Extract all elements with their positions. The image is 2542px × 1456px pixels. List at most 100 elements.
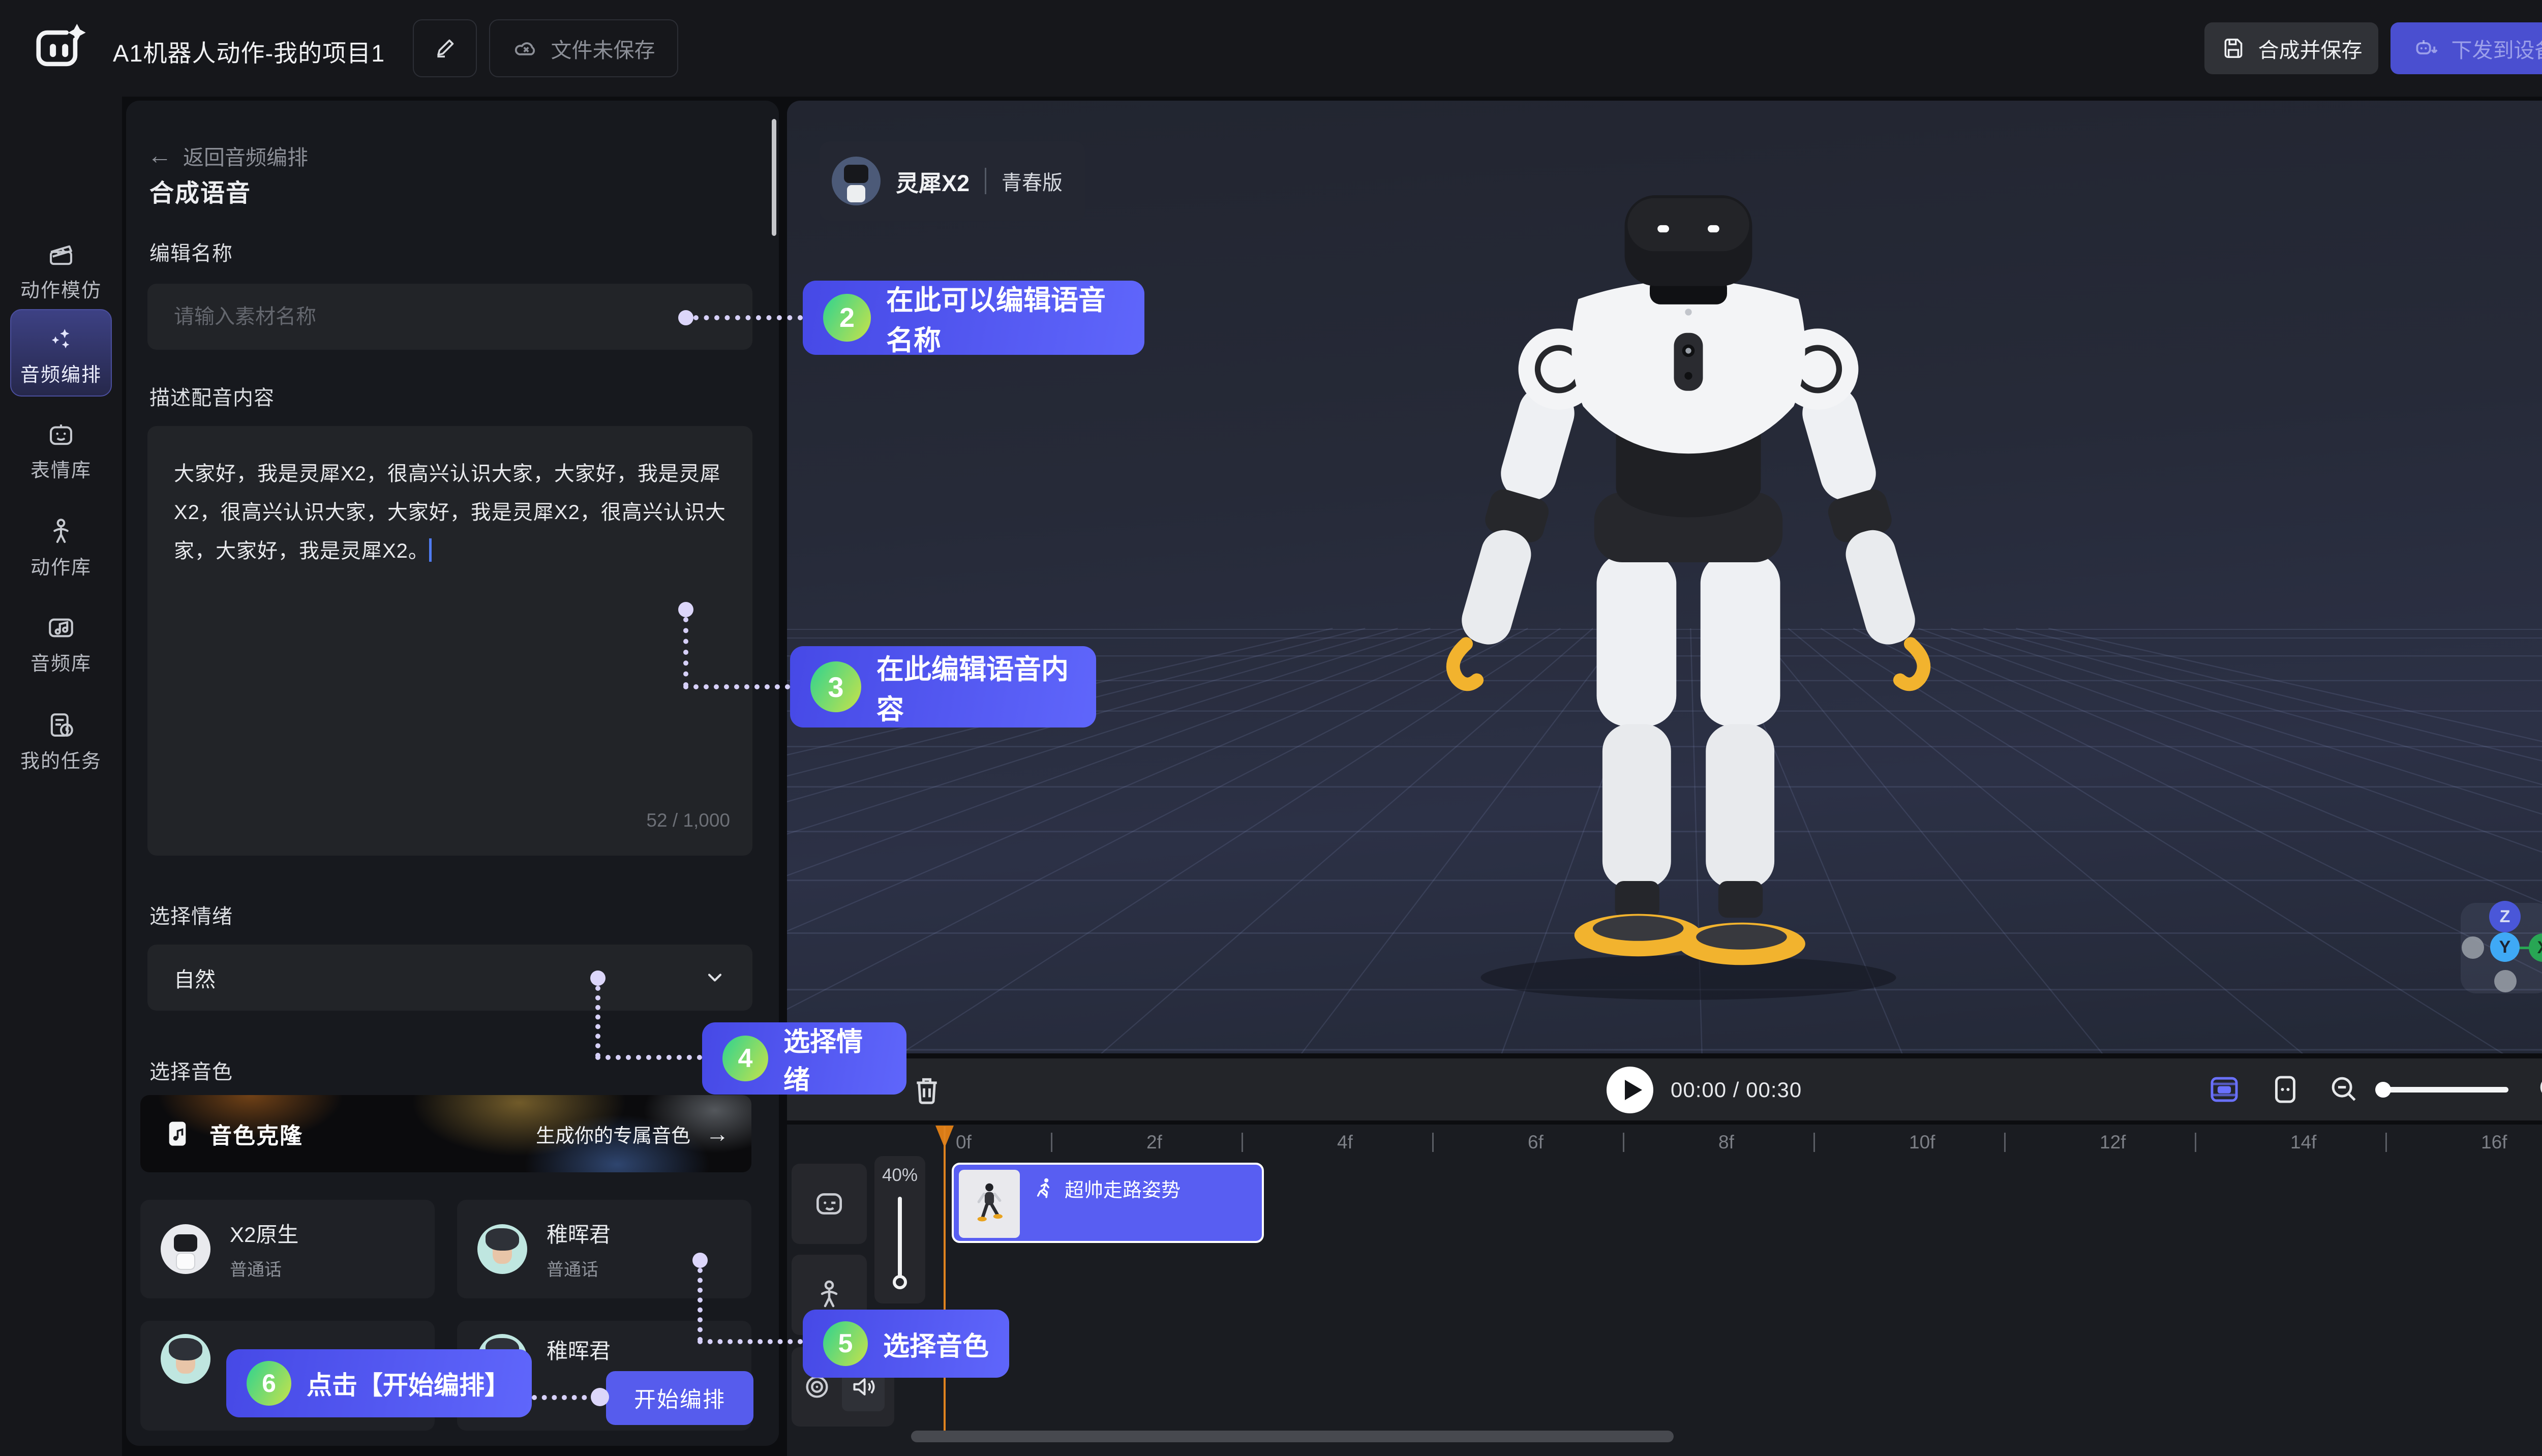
timeline-scrollbar[interactable] <box>911 1431 1674 1442</box>
sidebar-item-expression-library[interactable]: 表情库 <box>0 420 122 482</box>
clip-label: 超帅走路姿势 <box>1065 1174 1181 1202</box>
person-icon <box>46 517 76 547</box>
expression-track-icon <box>812 1187 846 1221</box>
callout-text: 点击【开始编排】 <box>307 1365 510 1402</box>
axis-gizmo[interactable]: Z Y X <box>2461 903 2542 993</box>
ruler-tick <box>2004 1133 2006 1152</box>
sidebar-item-audio-arrange[interactable]: 音频编排 <box>0 324 122 387</box>
volume-slider[interactable] <box>898 1197 902 1283</box>
voice-content-textarea[interactable]: 大家好，我是灵犀X2，很高兴认识大家，大家好，我是灵犀X2，很高兴认识大家，大家… <box>147 426 752 856</box>
step-number-badge: 6 <box>247 1361 291 1406</box>
emotion-label: 选择情绪 <box>149 900 233 929</box>
ruler-tick <box>1623 1133 1624 1152</box>
timeline-area[interactable]: 0f 2f 4f 6f 8f 10f 12f 14f 16f <box>787 1125 2542 1456</box>
arrow-right-icon: → <box>706 1120 729 1147</box>
deploy-button-label: 下发到设备 <box>2452 33 2542 64</box>
voice-card-x2[interactable]: X2原生 普通话 <box>140 1200 435 1298</box>
clapperboard-icon <box>46 240 76 269</box>
voice-name: X2原生 <box>230 1218 298 1249</box>
gizmo-y-handle[interactable]: Y <box>2490 932 2520 962</box>
chevron-down-icon <box>704 966 726 989</box>
sidebar-item-action-library[interactable]: 动作库 <box>0 517 122 580</box>
ruler-tick <box>1813 1133 1815 1152</box>
timeline-zoom-slider[interactable] <box>2377 1087 2508 1093</box>
callout-step-3: 3 在此编辑语音内容 <box>790 646 1096 727</box>
zoom-out-icon[interactable] <box>2326 1072 2362 1107</box>
volume-percent-label: 40% <box>874 1165 925 1186</box>
ruler-label: 8f <box>1718 1132 1734 1153</box>
sidebar-label: 音频库 <box>0 648 122 676</box>
gizmo-neg-x-handle[interactable] <box>2462 936 2484 959</box>
ruler-label: 16f <box>2481 1132 2507 1153</box>
connector-line <box>532 1395 597 1400</box>
gizmo-z-handle[interactable]: Z <box>2489 901 2521 932</box>
sidebar-item-my-tasks[interactable]: 我的任务 <box>0 711 122 773</box>
running-man-icon <box>1033 1177 1055 1199</box>
time-display: 00:00 / 00:30 <box>1671 1078 1802 1102</box>
voice-clone-banner[interactable]: 音色克隆 生成你的专属音色 → <box>140 1095 751 1172</box>
connector-dot <box>591 1388 609 1406</box>
robot-name: 灵犀X2 <box>896 165 970 198</box>
track-view-icon[interactable] <box>2206 1072 2242 1107</box>
save-button[interactable]: 合成并保存 <box>2204 22 2378 74</box>
ruler-tick <box>1242 1133 1243 1152</box>
volume-slider-knob[interactable] <box>893 1275 907 1289</box>
back-to-audio-arrange-link[interactable]: ← 返回音频编排 <box>147 140 308 171</box>
clip-thumb-robot <box>976 1182 1003 1226</box>
robot-edition: 青春版 <box>1002 166 1063 196</box>
connector-line <box>683 617 688 687</box>
file-status-button[interactable]: 文件未保存 <box>489 19 678 77</box>
step-number-badge: 3 <box>810 661 861 712</box>
voice-card-zhihuijun[interactable]: 稚晖君 普通话 <box>457 1200 751 1298</box>
ruler-label: 2f <box>1146 1132 1162 1153</box>
ruler-tick <box>1051 1133 1052 1152</box>
name-field-label: 编辑名称 <box>149 237 233 266</box>
expression-track-label[interactable] <box>792 1164 867 1244</box>
zoom-slider-knob[interactable] <box>2375 1082 2391 1098</box>
step-number-badge: 4 <box>722 1036 768 1081</box>
save-button-label: 合成并保存 <box>2258 33 2363 64</box>
sidebar-label: 表情库 <box>0 454 122 482</box>
gizmo-x-handle[interactable]: X <box>2529 933 2542 962</box>
voice-avatar-person <box>477 1224 527 1274</box>
text-caret <box>429 538 432 562</box>
callout-step-6: 6 点击【开始编排】 <box>226 1349 532 1417</box>
deploy-button[interactable]: 下发到设备 <box>2390 22 2542 74</box>
robot-viewport[interactable]: 灵犀X2 青春版 Z Y X <box>787 101 2542 1053</box>
callout-text: 选择情绪 <box>783 1020 886 1097</box>
voice-lang: 普通话 <box>547 1256 611 1281</box>
app-logo-icon <box>32 20 87 76</box>
robot-download-icon <box>2413 35 2440 62</box>
emotion-select[interactable]: 自然 <box>147 945 752 1011</box>
start-arrange-button[interactable]: 开始编排 <box>606 1371 753 1425</box>
callout-step-5: 5 选择音色 <box>803 1310 1009 1378</box>
voice-lang: 普通话 <box>230 1256 298 1281</box>
music-library-icon <box>46 613 76 643</box>
back-link-label: 返回音频编排 <box>183 140 308 171</box>
voice-label: 选择音色 <box>149 1055 233 1085</box>
panel-scrollbar[interactable] <box>772 119 776 236</box>
edit-title-button[interactable] <box>413 19 477 77</box>
sidebar-item-audio-library[interactable]: 音频库 <box>0 613 122 676</box>
sidebar-item-motion-mimic[interactable]: 动作模仿 <box>0 240 122 302</box>
material-name-input[interactable] <box>147 284 752 350</box>
callout-text: 在此编辑语音内容 <box>876 647 1076 727</box>
connector-line <box>693 315 803 320</box>
connector-line <box>595 1055 702 1060</box>
fit-view-icon[interactable] <box>2267 1072 2303 1107</box>
callout-step-4: 4 选择情绪 <box>702 1022 906 1095</box>
connector-dot <box>678 310 693 325</box>
ruler-tick <box>1432 1133 1434 1152</box>
zoom-in-icon[interactable] <box>2535 1072 2542 1107</box>
playhead-line[interactable] <box>944 1127 946 1431</box>
ruler-tick <box>2385 1133 2387 1152</box>
timeline-clip-walk-pose[interactable]: 超帅走路姿势 <box>952 1163 1264 1243</box>
sidebar-label: 音频编排 <box>0 359 122 387</box>
callout-step-2: 2 在此可以编辑语音名称 <box>803 281 1144 355</box>
play-button[interactable] <box>1607 1067 1653 1113</box>
gizmo-neg-z-handle[interactable] <box>2494 970 2517 992</box>
voice-name: 稚晖君 <box>547 1334 611 1365</box>
app-root: A1机器人动作-我的项目1 文件未保存 合成并保存 <box>0 0 2542 1456</box>
trash-icon[interactable] <box>909 1072 945 1107</box>
connector-dot <box>692 1253 708 1268</box>
